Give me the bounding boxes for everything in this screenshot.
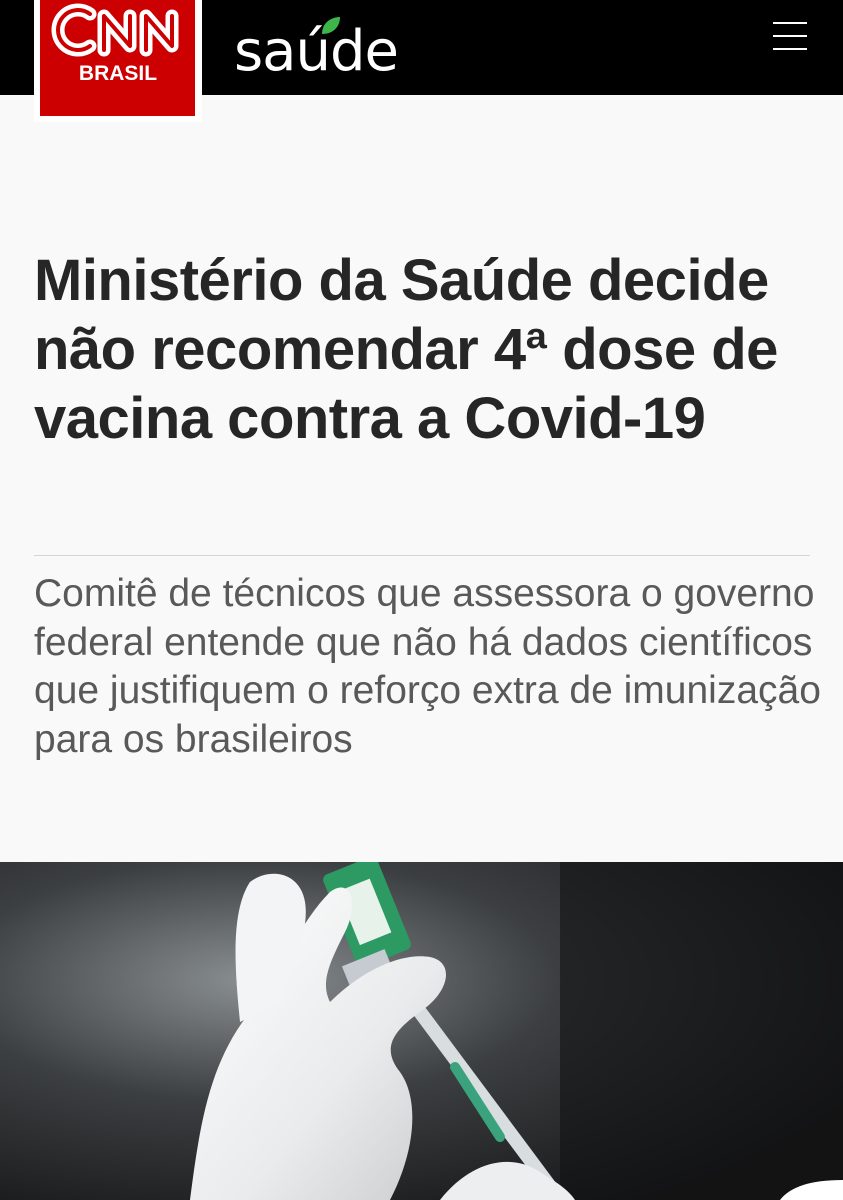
headline-divider [34,555,810,556]
saude-logo-text: saúde [234,19,398,80]
cnn-brasil-label: BRASIL [79,62,157,85]
cnn-brasil-logo[interactable]: BRASIL [34,0,202,122]
article-subheadline: Comitê de técnicos que assessora o gover… [34,572,821,761]
article-photo[interactable] [0,862,843,1200]
site-header: BRASIL saúde [0,0,843,122]
cnn-wordmark-icon: BRASIL [51,3,179,85]
vaccine-vial-syringe-photo [0,862,843,1200]
hamburger-menu-icon [773,22,807,50]
menu-button[interactable] [768,16,812,56]
article-headline: Ministério da Saúde decide não recomenda… [34,248,778,451]
leaf-icon [322,17,340,34]
